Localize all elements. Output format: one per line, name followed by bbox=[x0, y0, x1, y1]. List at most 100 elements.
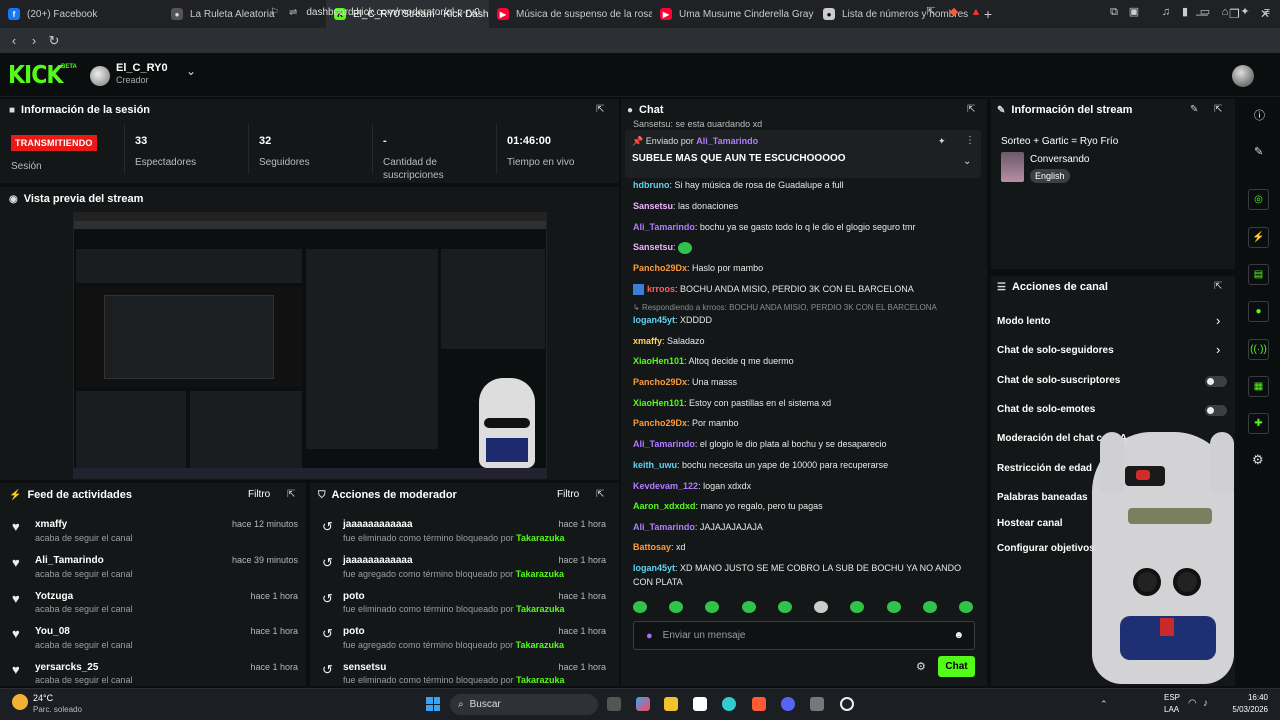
browser-tab[interactable]: f (20+) Facebook bbox=[0, 0, 163, 28]
chat-message[interactable]: Kevdevam_122: logan xdxdx bbox=[633, 479, 973, 493]
chat-message[interactable]: Pancho29Dx: Por mambo bbox=[633, 416, 973, 430]
user-avatar[interactable] bbox=[1232, 65, 1254, 87]
screenshot-icon[interactable]: ▣ bbox=[1127, 5, 1141, 19]
chat-input[interactable]: ● Enviar un mensaje ☻ bbox=[633, 621, 975, 650]
language-indicator[interactable]: ESP bbox=[1164, 693, 1180, 702]
avatar[interactable] bbox=[90, 66, 110, 86]
emote-icon[interactable] bbox=[741, 601, 756, 613]
chat-username[interactable]: Battosay bbox=[633, 542, 671, 552]
chevron-down-icon[interactable]: ⌄ bbox=[963, 156, 971, 167]
chat-username[interactable]: Pancho29Dx bbox=[633, 377, 687, 387]
chat-username[interactable]: Ali_Tamarindo bbox=[633, 439, 695, 449]
brave-icon[interactable] bbox=[752, 697, 766, 711]
category-name[interactable]: Conversando bbox=[1030, 154, 1089, 165]
chevron-right-icon[interactable]: › bbox=[1216, 313, 1220, 328]
chat-username[interactable]: hdbruno bbox=[633, 180, 670, 190]
more-icon[interactable]: ⋮ bbox=[965, 135, 975, 146]
age-restriction-row[interactable]: Restricción de edad bbox=[997, 463, 1092, 474]
microphone-icon[interactable]: ● bbox=[646, 630, 653, 642]
chat-message[interactable]: hdbruno: Si hay música de rosa de Guadal… bbox=[633, 178, 973, 192]
chat-username[interactable]: krroos bbox=[647, 284, 675, 294]
chat-bubble-icon[interactable]: ● bbox=[1248, 301, 1269, 322]
chat-message[interactable]: Pancho29Dx: Una masss bbox=[633, 375, 973, 389]
kick-logo[interactable]: KICK bbox=[8, 61, 63, 90]
emote-icon[interactable] bbox=[777, 601, 792, 613]
chat-username[interactable]: logan45yt bbox=[633, 563, 675, 573]
popout-icon[interactable]: ⇱ bbox=[967, 104, 975, 115]
edit-icon[interactable]: ✎ bbox=[1190, 104, 1198, 115]
forward-icon[interactable]: › bbox=[24, 33, 44, 48]
chat-username[interactable]: Pancho29Dx bbox=[633, 263, 687, 273]
copilot-icon[interactable] bbox=[636, 697, 650, 711]
chat-username[interactable]: keith_uwu bbox=[633, 460, 677, 470]
layout-icon[interactable]: ▦ bbox=[1248, 376, 1269, 397]
popout-icon[interactable]: ⇱ bbox=[1214, 104, 1222, 115]
menu-icon[interactable]: ≡ bbox=[1260, 5, 1274, 19]
volume-icon[interactable]: ♪ bbox=[1203, 698, 1208, 709]
site-info-icon[interactable]: ⇌ bbox=[289, 7, 297, 18]
emote-icon[interactable] bbox=[633, 601, 647, 613]
emote-icon[interactable] bbox=[958, 601, 973, 613]
file-explorer-icon[interactable] bbox=[664, 697, 678, 711]
wallet-icon[interactable]: ▭ bbox=[1198, 5, 1212, 19]
clock-time[interactable]: 16:40 bbox=[1218, 693, 1268, 702]
activity-user[interactable]: yersarcks_25 bbox=[35, 662, 98, 673]
mod-by[interactable]: Takarazuka bbox=[516, 533, 564, 543]
back-icon[interactable]: ‹ bbox=[4, 33, 24, 48]
chat-username[interactable]: Sansetsu bbox=[633, 242, 673, 252]
chat-message[interactable]: Battosay: xd bbox=[633, 540, 973, 554]
vpn-icon[interactable]: ⌂ bbox=[1218, 5, 1232, 19]
chat-message[interactable]: krroos: BOCHU ANDA MISIO, PERDIO 3K CON … bbox=[633, 282, 973, 296]
chat-username[interactable]: Pancho29Dx bbox=[633, 418, 687, 428]
obs-icon[interactable] bbox=[840, 697, 854, 711]
extensions-icon[interactable]: ⧉ bbox=[1107, 5, 1121, 19]
chat-message[interactable]: logan45yt: XD MANO JUSTO SE ME COBRO LA … bbox=[633, 561, 973, 589]
emote-icon[interactable] bbox=[814, 601, 829, 613]
send-chat-button[interactable]: Chat bbox=[938, 656, 975, 677]
chat-message[interactable]: Ali_Tamarindo: el glogio le dio plata al… bbox=[633, 437, 973, 451]
goals-row[interactable]: Configurar objetivos bbox=[997, 543, 1095, 554]
taskbar-search[interactable]: ⌕ Buscar bbox=[450, 694, 598, 715]
target-icon[interactable]: ◎ bbox=[1248, 189, 1269, 210]
modactions-filter-button[interactable]: Filtro bbox=[557, 489, 579, 500]
share-icon[interactable]: ⇱ bbox=[924, 5, 938, 19]
weather-temp[interactable]: 24°C bbox=[33, 693, 53, 703]
url-field[interactable]: ⚐ ⇌ dashboard.kick.com/moderator/el-c-ry… bbox=[270, 2, 990, 22]
popout-icon[interactable]: ⇱ bbox=[287, 489, 295, 500]
chevron-down-icon[interactable]: ⌄ bbox=[186, 64, 196, 78]
slow-mode-row[interactable]: Modo lento bbox=[997, 316, 1050, 327]
pencil-icon[interactable]: ✎ bbox=[1254, 145, 1263, 158]
chat-username[interactable]: Ali_Tamarindo bbox=[633, 522, 695, 532]
activity-user[interactable]: Ali_Tamarindo bbox=[35, 555, 104, 566]
settings-gear-icon[interactable]: ⚙ bbox=[1252, 452, 1264, 468]
pinned-message[interactable]: 📌 Enviado por Ali_Tamarindo SUBELE MAS Q… bbox=[625, 130, 981, 178]
followers-only-row[interactable]: Chat de solo-seguidores bbox=[997, 345, 1114, 356]
emotes-only-toggle[interactable] bbox=[1205, 405, 1227, 416]
bookmark-icon[interactable]: ⚐ bbox=[270, 7, 279, 18]
app-icon[interactable] bbox=[810, 697, 824, 711]
pinned-by-user[interactable]: Ali_Tamarindo bbox=[696, 136, 758, 146]
chat-username[interactable]: Kevdevam_122 bbox=[633, 481, 698, 491]
chat-username[interactable]: logan45yt bbox=[633, 315, 675, 325]
activity-user[interactable]: You_08 bbox=[35, 626, 70, 637]
activity-user[interactable]: Yotzuga bbox=[35, 591, 73, 602]
emote-icon[interactable] bbox=[886, 601, 901, 613]
wrench-icon[interactable]: ✚ bbox=[1248, 413, 1269, 434]
category-thumbnail[interactable] bbox=[1001, 152, 1024, 182]
discord-icon[interactable] bbox=[781, 697, 795, 711]
lightning-icon[interactable]: ⚡ bbox=[1248, 227, 1269, 248]
chat-message[interactable]: Sansetsu: bbox=[633, 240, 973, 254]
chat-username[interactable]: XiaoHen101 bbox=[633, 356, 684, 366]
leo-icon[interactable]: ✦ bbox=[1238, 5, 1252, 19]
host-channel-row[interactable]: Hostear canal bbox=[997, 518, 1063, 529]
chat-message[interactable]: XiaoHen101: Estoy con pastillas en el si… bbox=[633, 396, 973, 410]
subscribers-only-toggle[interactable] bbox=[1205, 376, 1227, 387]
chat-message[interactable]: Ali_Tamarindo: JAJAJAJAJAJA bbox=[633, 520, 973, 534]
broadcast-icon[interactable]: ((·)) bbox=[1248, 339, 1269, 360]
chat-message[interactable]: xmaffy: Saladazo bbox=[633, 334, 973, 348]
chat-username[interactable]: Sansetsu bbox=[633, 201, 673, 211]
clipboard-icon[interactable]: ▤ bbox=[1248, 264, 1269, 285]
mod-by[interactable]: Takarazuka bbox=[516, 640, 564, 650]
banned-words-row[interactable]: Palabras baneadas bbox=[997, 492, 1088, 503]
tray-arrow-icon[interactable]: ⌃ bbox=[1100, 699, 1108, 710]
